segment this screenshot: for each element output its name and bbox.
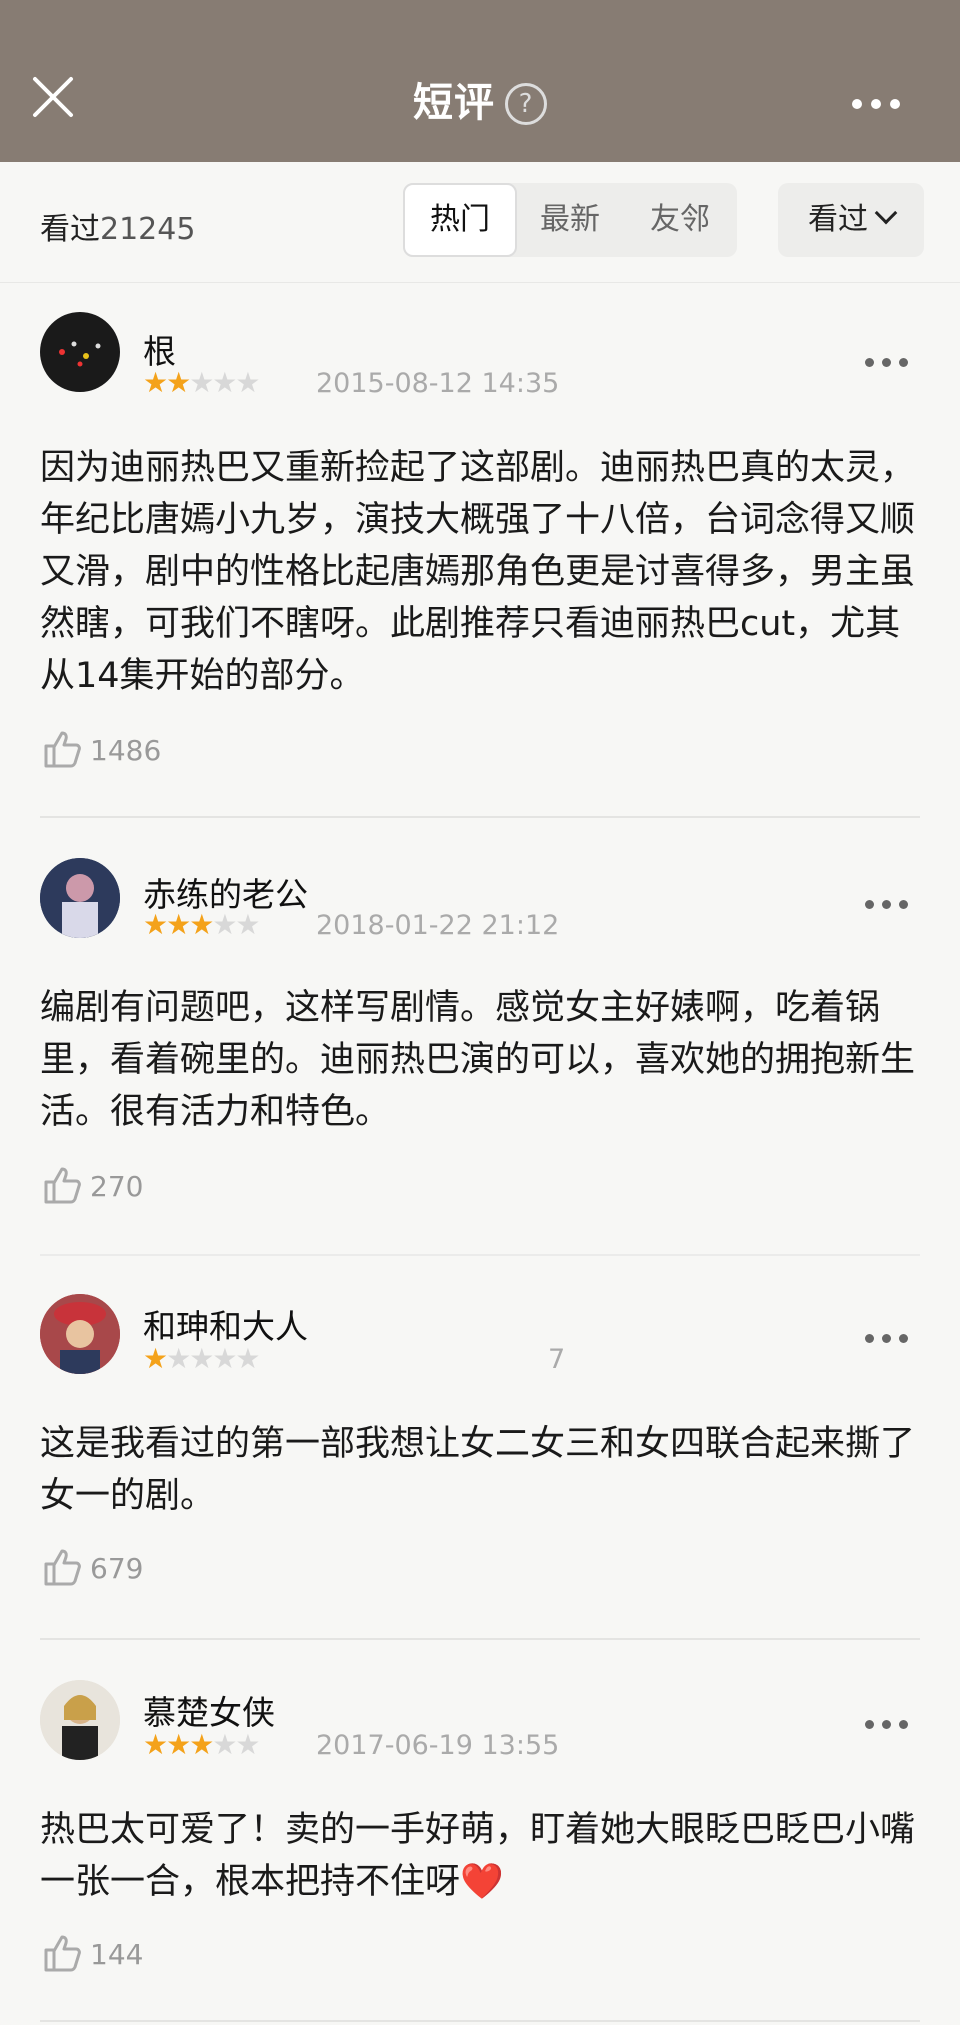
tab-friends[interactable]: 友邻: [625, 183, 735, 257]
like-button[interactable]: 679: [42, 1546, 143, 1588]
more-options-icon[interactable]: [843, 94, 900, 113]
top-bar: 短评?: [0, 0, 960, 162]
like-button[interactable]: 144: [42, 1932, 143, 1974]
avatar[interactable]: [40, 312, 120, 392]
thumbs-up-icon: [44, 1549, 81, 1586]
rating-stars: ★★★★★: [143, 908, 261, 941]
review-text: 因为迪丽热巴又重新捡起了这部剧。迪丽热巴真的太灵，年纪比唐嫣小九岁，演技大概强了…: [40, 448, 916, 696]
review-text: 编剧有问题吧，这样写剧情。感觉女主好婊啊，吃着锅里，看着碗里的。迪丽热巴演的可以…: [40, 988, 916, 1132]
username[interactable]: 和珅和大人: [143, 1300, 308, 1348]
divider: [40, 2020, 920, 2022]
chevron-down-icon: [874, 201, 898, 225]
more-options-icon[interactable]: [857, 352, 908, 371]
username[interactable]: 慕楚女侠: [143, 1686, 275, 1734]
review-date: 2018-01-22 21:12: [316, 910, 560, 941]
more-options-icon[interactable]: [857, 1328, 908, 1347]
like-button[interactable]: 270: [42, 1164, 143, 1206]
avatar[interactable]: [40, 1294, 120, 1374]
review-date: 2015-08-12 14:35: [316, 368, 560, 399]
like-button[interactable]: 1486: [42, 728, 161, 770]
divider: [40, 1254, 920, 1256]
more-options-icon[interactable]: [857, 894, 908, 913]
review-date: 7: [548, 1344, 566, 1375]
avatar[interactable]: [40, 858, 120, 938]
review-date: 2017-06-19 13:55: [316, 1730, 560, 1761]
rating-stars: ★★★★★: [143, 1342, 261, 1375]
tab-hot[interactable]: 热门: [403, 183, 517, 257]
watched-count: 看过21245: [40, 212, 196, 247]
rating-stars: ★★★★★: [143, 366, 261, 399]
review-text: 热巴太可爱了！卖的一手好萌，盯着她大眼眨巴眨巴小嘴一张一合，根本把持不住呀❤️: [40, 1810, 916, 1902]
watched-filter-dropdown[interactable]: 看过: [778, 183, 924, 257]
page-title: 短评?: [0, 70, 960, 128]
tab-latest[interactable]: 最新: [515, 183, 625, 257]
thumbs-up-icon: [44, 1935, 81, 1972]
thumbs-up-icon: [44, 1167, 81, 1204]
divider: [40, 1638, 920, 1640]
filter-bar: 看过21245 热门 最新 友邻 看过: [0, 162, 960, 283]
rating-stars: ★★★★★: [143, 1728, 261, 1761]
avatar[interactable]: [40, 1680, 120, 1760]
divider: [40, 816, 920, 818]
sort-tabs: 热门 最新 友邻: [403, 183, 737, 257]
thumbs-up-icon: [44, 731, 81, 768]
help-icon[interactable]: ?: [505, 83, 547, 125]
more-options-icon[interactable]: [857, 1714, 908, 1733]
review-text: 这是我看过的第一部我想让女二女三和女四联合起来撕了女一的剧。: [40, 1424, 916, 1516]
